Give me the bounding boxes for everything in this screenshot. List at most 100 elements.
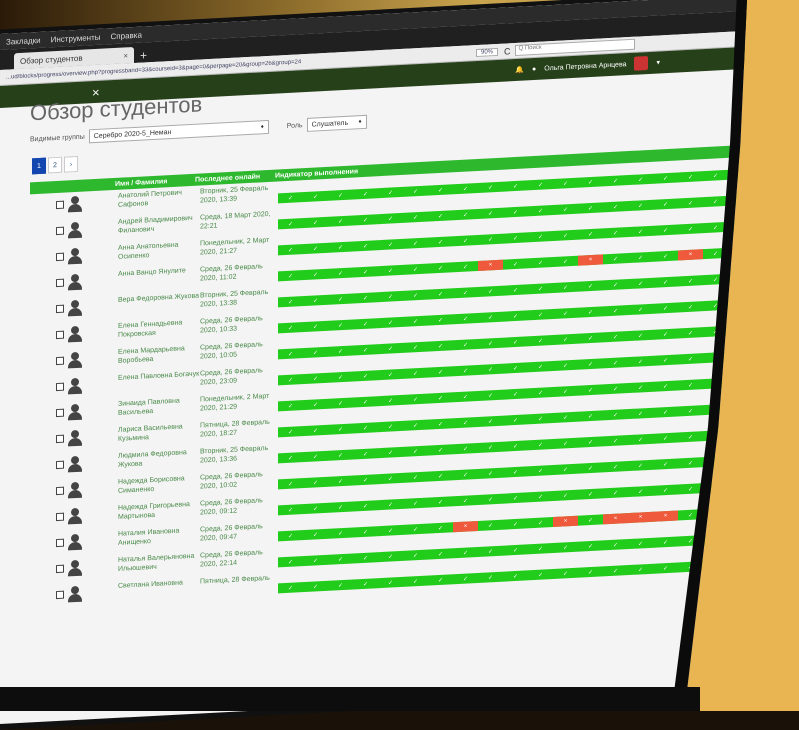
activity-complete-cell[interactable]: ✓ bbox=[578, 202, 603, 213]
activity-complete-cell[interactable]: ✓ bbox=[403, 498, 428, 509]
activity-complete-cell[interactable]: ✓ bbox=[578, 488, 603, 499]
activity-complete-cell[interactable]: ✓ bbox=[628, 278, 653, 289]
student-name[interactable]: Елена Геннадьевна Покровская bbox=[118, 318, 200, 340]
activity-complete-cell[interactable]: ✓ bbox=[403, 472, 428, 483]
activity-complete-cell[interactable]: ✓ bbox=[603, 175, 628, 186]
activity-complete-cell[interactable]: ✓ bbox=[378, 239, 403, 250]
activity-complete-cell[interactable]: ✓ bbox=[553, 334, 578, 345]
activity-complete-cell[interactable]: ✓ bbox=[353, 318, 378, 329]
activity-complete-cell[interactable]: ✓ bbox=[653, 432, 678, 443]
select-checkbox[interactable] bbox=[56, 200, 64, 210]
activity-complete-cell[interactable]: ✓ bbox=[578, 514, 603, 525]
activity-complete-cell[interactable]: ✓ bbox=[528, 465, 553, 476]
activity-complete-cell[interactable]: ✓ bbox=[653, 380, 678, 391]
activity-complete-cell[interactable]: ✓ bbox=[553, 282, 578, 293]
activity-complete-cell[interactable]: ✓ bbox=[478, 390, 503, 401]
activity-complete-cell[interactable]: ✓ bbox=[453, 417, 478, 428]
activity-complete-cell[interactable]: ✓ bbox=[603, 305, 628, 316]
activity-complete-cell[interactable]: ✓ bbox=[553, 360, 578, 371]
activity-complete-cell[interactable]: ✓ bbox=[378, 499, 403, 510]
activity-complete-cell[interactable]: ✓ bbox=[528, 361, 553, 372]
activity-complete-cell[interactable]: ✓ bbox=[503, 414, 528, 425]
select-checkbox[interactable] bbox=[56, 564, 64, 574]
activity-complete-cell[interactable]: ✓ bbox=[478, 364, 503, 375]
activity-complete-cell[interactable]: ✓ bbox=[628, 330, 653, 341]
activity-complete-cell[interactable]: ✓ bbox=[478, 286, 503, 297]
select-checkbox[interactable] bbox=[56, 356, 64, 366]
activity-complete-cell[interactable]: ✓ bbox=[378, 421, 403, 432]
activity-complete-cell[interactable]: ✓ bbox=[428, 496, 453, 507]
activity-complete-cell[interactable]: ✓ bbox=[678, 483, 703, 494]
activity-complete-cell[interactable]: ✓ bbox=[478, 520, 503, 531]
activity-complete-cell[interactable]: ✓ bbox=[453, 443, 478, 454]
activity-complete-cell[interactable]: ✓ bbox=[278, 374, 303, 385]
activity-complete-cell[interactable]: ✓ bbox=[628, 382, 653, 393]
activity-complete-cell[interactable]: ✓ bbox=[478, 234, 503, 245]
activity-complete-cell[interactable]: ✓ bbox=[278, 192, 303, 203]
activity-complete-cell[interactable]: ✓ bbox=[378, 187, 403, 198]
activity-complete-cell[interactable]: ✓ bbox=[678, 327, 703, 338]
activity-complete-cell[interactable]: ✓ bbox=[503, 544, 528, 555]
activity-complete-cell[interactable]: ✓ bbox=[478, 182, 503, 193]
activity-complete-cell[interactable]: ✓ bbox=[328, 372, 353, 383]
student-name[interactable]: Зинаида Павловна Васильева bbox=[118, 396, 200, 418]
activity-complete-cell[interactable]: ✓ bbox=[303, 243, 328, 254]
student-name[interactable]: Анна Анатольевна Осипенко bbox=[118, 240, 200, 262]
activity-complete-cell[interactable]: ✓ bbox=[303, 503, 328, 514]
activity-complete-cell[interactable]: ✓ bbox=[578, 410, 603, 421]
activity-complete-cell[interactable]: ✓ bbox=[453, 209, 478, 220]
activity-complete-cell[interactable]: ✓ bbox=[303, 373, 328, 384]
activity-complete-cell[interactable]: ✓ bbox=[278, 582, 303, 593]
activity-complete-cell[interactable]: ✓ bbox=[428, 574, 453, 585]
activity-complete-cell[interactable]: ✓ bbox=[553, 386, 578, 397]
activity-complete-cell[interactable]: ✓ bbox=[553, 230, 578, 241]
activity-complete-cell[interactable]: ✓ bbox=[528, 309, 553, 320]
activity-complete-cell[interactable]: ✓ bbox=[528, 569, 553, 580]
group-select[interactable]: Серебро 2020-5_Неман ♦ bbox=[88, 119, 269, 144]
activity-complete-cell[interactable]: ✓ bbox=[528, 205, 553, 216]
activity-complete-cell[interactable]: ✓ bbox=[378, 577, 403, 588]
activity-complete-cell[interactable]: ✓ bbox=[578, 228, 603, 239]
activity-complete-cell[interactable]: ✓ bbox=[428, 210, 453, 221]
activity-complete-cell[interactable]: ✓ bbox=[628, 174, 653, 185]
student-name[interactable]: Наталия Ивановна Анищенко bbox=[118, 526, 200, 548]
activity-complete-cell[interactable]: ✓ bbox=[628, 564, 653, 575]
activity-complete-cell[interactable]: ✓ bbox=[453, 547, 478, 558]
activity-complete-cell[interactable]: ✓ bbox=[478, 494, 503, 505]
activity-complete-cell[interactable]: ✓ bbox=[353, 552, 378, 563]
activity-failed-cell[interactable]: × bbox=[553, 515, 578, 528]
activity-complete-cell[interactable]: ✓ bbox=[503, 492, 528, 503]
activity-complete-cell[interactable]: ✓ bbox=[553, 412, 578, 423]
activity-complete-cell[interactable]: ✓ bbox=[278, 478, 303, 489]
activity-complete-cell[interactable]: ✓ bbox=[378, 291, 403, 302]
select-checkbox[interactable] bbox=[56, 486, 64, 496]
page-1[interactable]: 1 bbox=[32, 157, 46, 175]
activity-complete-cell[interactable]: ✓ bbox=[403, 368, 428, 379]
activity-complete-cell[interactable]: ✓ bbox=[403, 238, 428, 249]
activity-complete-cell[interactable]: ✓ bbox=[478, 572, 503, 583]
select-checkbox[interactable] bbox=[56, 278, 64, 288]
activity-complete-cell[interactable]: ✓ bbox=[603, 461, 628, 472]
student-name[interactable]: Лариса Васильевна Кузьмина bbox=[118, 422, 200, 444]
activity-complete-cell[interactable]: ✓ bbox=[703, 170, 728, 181]
activity-complete-cell[interactable]: ✓ bbox=[553, 178, 578, 189]
activity-complete-cell[interactable]: ✓ bbox=[403, 394, 428, 405]
activity-failed-cell[interactable]: × bbox=[603, 513, 628, 525]
activity-complete-cell[interactable]: ✓ bbox=[578, 306, 603, 317]
new-tab-icon[interactable]: + bbox=[140, 48, 147, 62]
activity-complete-cell[interactable]: ✓ bbox=[453, 313, 478, 324]
activity-complete-cell[interactable]: ✓ bbox=[328, 554, 353, 565]
activity-complete-cell[interactable]: ✓ bbox=[328, 294, 353, 305]
activity-complete-cell[interactable]: ✓ bbox=[528, 335, 553, 346]
activity-complete-cell[interactable]: ✓ bbox=[553, 568, 578, 579]
activity-complete-cell[interactable]: ✓ bbox=[353, 188, 378, 199]
activity-complete-cell[interactable]: ✓ bbox=[403, 316, 428, 327]
activity-complete-cell[interactable]: ✓ bbox=[578, 566, 603, 577]
activity-complete-cell[interactable]: ✓ bbox=[353, 214, 378, 225]
activity-complete-cell[interactable]: ✓ bbox=[328, 580, 353, 591]
select-checkbox[interactable] bbox=[56, 382, 64, 392]
activity-complete-cell[interactable]: ✓ bbox=[303, 399, 328, 410]
activity-complete-cell[interactable]: ✓ bbox=[503, 466, 528, 477]
activity-complete-cell[interactable]: ✓ bbox=[403, 446, 428, 457]
activity-complete-cell[interactable]: ✓ bbox=[378, 395, 403, 406]
